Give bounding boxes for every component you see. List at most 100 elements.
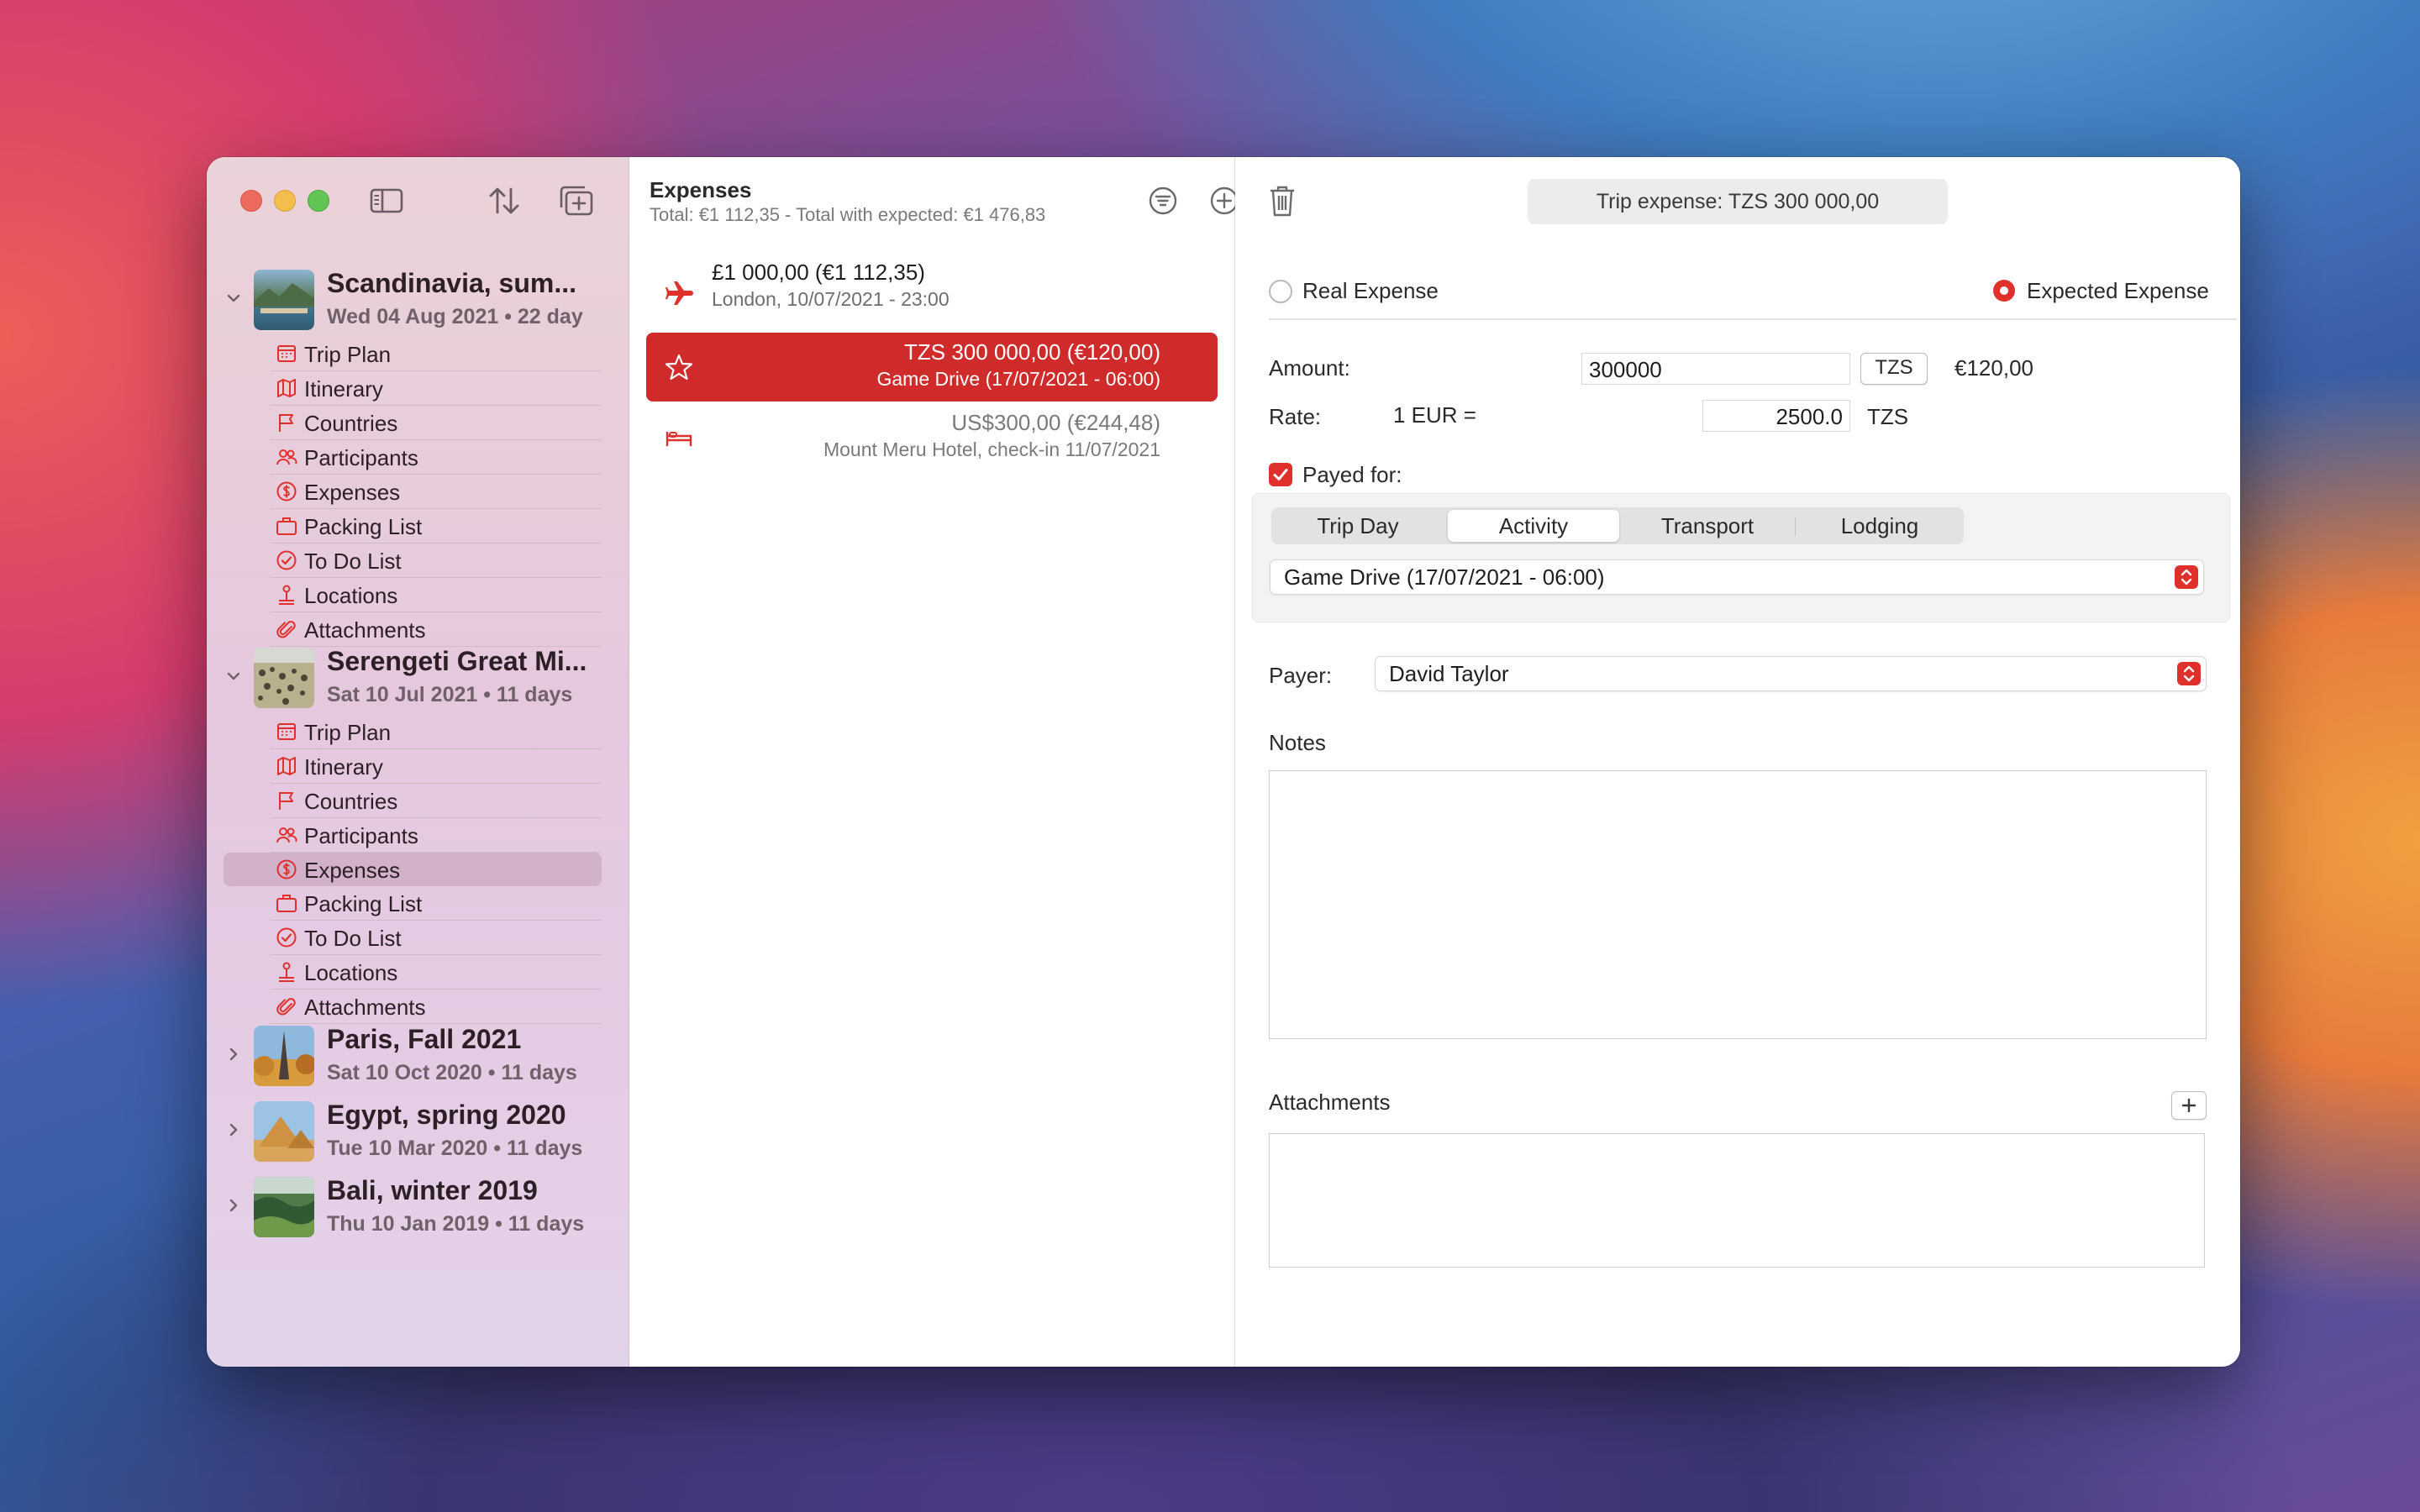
dollar-icon bbox=[276, 481, 297, 501]
sidebar-item-label: Packing List bbox=[304, 514, 423, 539]
expense-amount: TZS 300 000,00 (€120,00) bbox=[904, 339, 1160, 365]
sidebar-item-attachments[interactable]: Attachments bbox=[271, 612, 602, 647]
sidebar: Scandinavia, sum... Wed 04 Aug 2021 • 22… bbox=[207, 157, 629, 1367]
trip-name: Egypt, spring 2020 bbox=[327, 1100, 566, 1130]
map-icon bbox=[277, 379, 296, 397]
sidebar-item-countries[interactable]: Countries bbox=[271, 784, 602, 818]
sidebar-item-locations[interactable]: Locations bbox=[271, 578, 602, 612]
chevron-down-icon[interactable] bbox=[225, 290, 242, 307]
trip-paris[interactable]: Paris, Fall 2021 Sat 10 Oct 2020 • 11 da… bbox=[207, 1021, 629, 1093]
sidebar-item-participants[interactable]: Participants bbox=[271, 818, 602, 853]
sidebar-item-expenses[interactable]: Expenses bbox=[271, 475, 602, 509]
rate-field[interactable]: 2500.0 bbox=[1702, 400, 1850, 432]
notes-label: Notes bbox=[1269, 730, 1326, 755]
checkmark-circle-icon bbox=[276, 550, 297, 570]
expense-row-selected[interactable]: TZS 300 000,00 (€120,00) Game Drive (17/… bbox=[646, 333, 1218, 402]
sidebar-item-label: To Do List bbox=[304, 926, 402, 951]
expense-row[interactable]: US$300,00 (€244,48) Mount Meru Hotel, ch… bbox=[646, 403, 1218, 472]
sidebar-item-countries[interactable]: Countries bbox=[271, 406, 602, 440]
add-trip-icon[interactable] bbox=[558, 184, 595, 218]
trip-date: Sat 10 Oct 2020 • 11 days bbox=[327, 1061, 577, 1084]
bed-icon bbox=[666, 432, 692, 446]
sidebar-item-attachments[interactable]: Attachments bbox=[271, 990, 602, 1024]
expected-expense-label[interactable]: Expected Expense bbox=[2027, 278, 2209, 304]
sidebar-item-itinerary[interactable]: Itinerary bbox=[271, 749, 602, 784]
currency-button[interactable]: TZS bbox=[1860, 353, 1928, 385]
sidebar-item-label: Locations bbox=[304, 583, 398, 608]
expected-expense-radio[interactable] bbox=[1993, 280, 2015, 302]
trash-icon[interactable] bbox=[1267, 184, 1297, 218]
payer-popup[interactable]: David Taylor bbox=[1375, 656, 2207, 691]
sidebar-item-label: Trip Plan bbox=[304, 720, 392, 745]
trip-header[interactable]: Egypt, spring 2020 Tue 10 Mar 2020 • 11 … bbox=[207, 1096, 629, 1168]
app-window: Scandinavia, sum... Wed 04 Aug 2021 • 22… bbox=[207, 157, 2240, 1367]
notes-textarea[interactable] bbox=[1269, 770, 2207, 1039]
filter-icon[interactable] bbox=[1148, 186, 1178, 216]
payed-for-checkbox[interactable] bbox=[1269, 463, 1292, 486]
trip-header[interactable]: Bali, winter 2019 Thu 10 Jan 2019 • 11 d… bbox=[207, 1172, 629, 1244]
expense-detail-pane: Trip expense: TZS 300 000,00 Real Expens… bbox=[1235, 157, 2240, 1367]
payer-value: David Taylor bbox=[1389, 661, 1509, 686]
trip-bali[interactable]: Bali, winter 2019 Thu 10 Jan 2019 • 11 d… bbox=[207, 1172, 629, 1244]
checkmark-circle-icon bbox=[276, 927, 297, 948]
payed-for-label[interactable]: Payed for: bbox=[1302, 462, 1402, 488]
activity-popup[interactable]: Game Drive (17/07/2021 - 06:00) bbox=[1270, 559, 2204, 595]
real-expense-label[interactable]: Real Expense bbox=[1302, 278, 1439, 304]
sidebar-item-label: Countries bbox=[304, 789, 398, 814]
expense-amount: US$300,00 (€244,48) bbox=[951, 410, 1160, 435]
calendar-icon bbox=[277, 345, 296, 362]
trip-header[interactable]: Serengeti Great Mi... Sat 10 Jul 2021 • … bbox=[207, 643, 629, 715]
trip-scandinavia[interactable]: Scandinavia, sum... Wed 04 Aug 2021 • 22… bbox=[207, 265, 629, 647]
segment-activity[interactable]: Activity bbox=[1448, 510, 1619, 542]
close-window-button[interactable] bbox=[240, 190, 262, 212]
sidebar-item-packing-list[interactable]: Packing List bbox=[271, 509, 602, 543]
trip-header[interactable]: Scandinavia, sum... Wed 04 Aug 2021 • 22… bbox=[207, 265, 629, 337]
trip-serengeti[interactable]: Serengeti Great Mi... Sat 10 Jul 2021 • … bbox=[207, 643, 629, 1024]
activity-value: Game Drive (17/07/2021 - 06:00) bbox=[1284, 564, 1605, 590]
trip-name: Paris, Fall 2021 bbox=[327, 1024, 522, 1054]
sort-icon[interactable] bbox=[487, 184, 521, 218]
sidebar-item-to-do-list[interactable]: To Do List bbox=[271, 921, 602, 955]
sidebar-item-label: Packing List bbox=[304, 891, 423, 916]
sidebar-item-participants[interactable]: Participants bbox=[271, 440, 602, 475]
segment-trip-day[interactable]: Trip Day bbox=[1271, 507, 1444, 544]
sidebar-item-packing-list[interactable]: Packing List bbox=[271, 886, 602, 921]
sidebar-item-locations[interactable]: Locations bbox=[271, 955, 602, 990]
expense-description: Mount Meru Hotel, check-in 11/07/2021 bbox=[823, 438, 1160, 460]
expense-row[interactable]: £1 000,00 (€1 112,35) London, 10/07/2021… bbox=[646, 260, 1218, 328]
airplane-icon bbox=[666, 281, 693, 305]
sidebar-item-expenses[interactable]: Expenses bbox=[224, 853, 602, 886]
sidebar-item-trip-plan[interactable]: Trip Plan bbox=[271, 715, 602, 749]
trip-header[interactable]: Paris, Fall 2021 Sat 10 Oct 2020 • 11 da… bbox=[207, 1021, 629, 1093]
sidebar-item-label: Expenses bbox=[304, 480, 401, 505]
trip-egypt[interactable]: Egypt, spring 2020 Tue 10 Mar 2020 • 11 … bbox=[207, 1096, 629, 1168]
sidebar-item-label: Attachments bbox=[304, 617, 426, 643]
location-pin-icon bbox=[279, 962, 294, 982]
segment-transport[interactable]: Transport bbox=[1621, 507, 1794, 544]
chevron-down-icon[interactable] bbox=[225, 668, 242, 685]
chevron-right-icon[interactable] bbox=[225, 1046, 242, 1063]
amount-field[interactable]: 300000 bbox=[1581, 353, 1850, 385]
sidebar-item-itinerary[interactable]: Itinerary bbox=[271, 371, 602, 406]
add-attachment-button[interactable] bbox=[2171, 1091, 2207, 1120]
payed-for-group: Trip Day Activity Transport Lodging Game… bbox=[1252, 493, 2230, 622]
chevron-right-icon[interactable] bbox=[225, 1197, 242, 1214]
maximize-window-button[interactable] bbox=[308, 190, 329, 212]
real-expense-radio[interactable] bbox=[1269, 280, 1292, 303]
sidebar-item-to-do-list[interactable]: To Do List bbox=[271, 543, 602, 578]
expense-description: Game Drive (17/07/2021 - 06:00) bbox=[876, 368, 1160, 390]
sidebar-item-label: To Do List bbox=[304, 549, 402, 574]
sidebar-item-trip-plan[interactable]: Trip Plan bbox=[271, 337, 602, 371]
trip-name: Bali, winter 2019 bbox=[327, 1175, 538, 1205]
minimize-window-button[interactable] bbox=[274, 190, 296, 212]
people-icon bbox=[276, 827, 297, 843]
payed-for-segmented-control: Trip Day Activity Transport Lodging bbox=[1271, 507, 1964, 544]
payer-label: Payer: bbox=[1269, 663, 1333, 688]
attachments-box[interactable] bbox=[1269, 1133, 2205, 1268]
people-icon bbox=[276, 449, 297, 465]
calendar-icon bbox=[277, 723, 296, 740]
segment-lodging[interactable]: Lodging bbox=[1796, 507, 1964, 544]
toggle-sidebar-icon[interactable] bbox=[370, 187, 403, 214]
chevron-right-icon[interactable] bbox=[225, 1121, 242, 1138]
paperclip-icon bbox=[276, 621, 296, 638]
